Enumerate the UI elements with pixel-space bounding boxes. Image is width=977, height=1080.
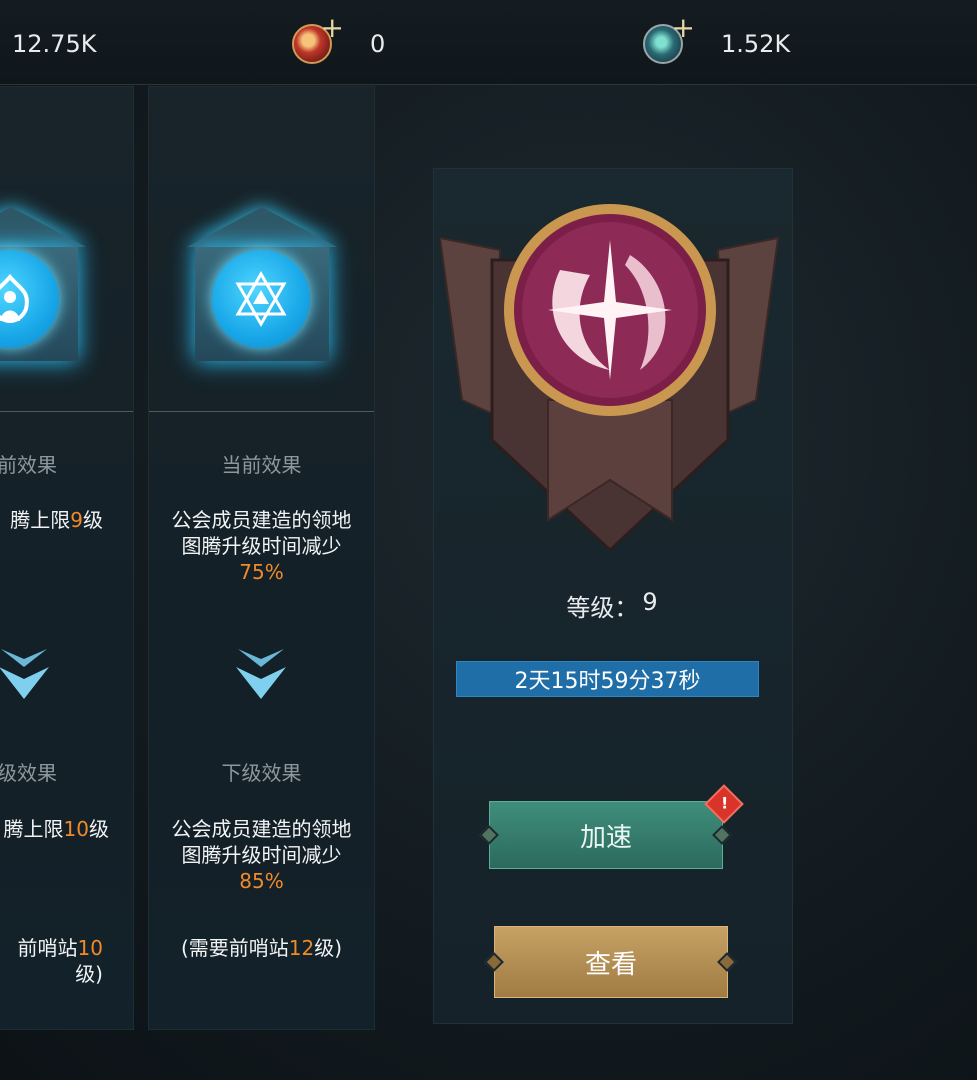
view-button[interactable]: 查看 [494,926,728,998]
guild-emblem-badge [440,204,780,553]
temple-emblem-middle [187,207,337,373]
resource-1: 12.75K [12,24,96,64]
level-label: 等级： [566,594,639,622]
add-icon[interactable]: + [672,14,695,42]
current-effect-heading: 当前效果 [221,453,302,477]
resource-bar: 12.75K + 0 + 1.52K [0,0,977,85]
hexagram-icon [212,250,310,348]
current-effect-text: 公会成员建造的领地 图腾升级时间减少 75% [171,508,352,584]
resource-3[interactable]: + 1.52K [643,14,791,64]
resource-2[interactable]: + 0 [292,14,386,64]
level-value: 9 [642,588,658,616]
guild-level: 等级： 9 [557,588,667,623]
next-effect-text: 公会成员建造的领地 图腾升级时间减少 85% [171,817,352,893]
requirement-text: (需要前哨站12级) [180,936,343,960]
add-icon[interactable]: + [321,14,344,42]
temple-emblem-left [0,207,86,373]
view-button-label: 查看 [584,949,637,980]
effect-card-left[interactable]: 前效果 腾上限9级 级效果 腾上限10级 前哨站10级) [0,86,134,1030]
upgrade-countdown-bar: 2天15时59分37秒 [456,661,759,697]
down-arrow-icon [236,649,286,699]
current-effect-text: 腾上限9级 [10,508,103,532]
effect-card-middle[interactable]: 当前效果 公会成员建造的领地 图腾升级时间减少 75% 下级效果 公会成员建造的… [148,86,375,1030]
resource-2-value: 0 [370,30,386,58]
red-gem-icon: + [292,14,344,64]
teal-gem-icon: + [643,14,695,64]
current-effect-heading: 前效果 [0,453,57,477]
resource-3-value: 1.52K [721,30,791,58]
speed-up-button[interactable]: 加速 [489,801,723,869]
next-effect-heading: 下级效果 [221,761,302,785]
next-effect-text: 腾上限10级 [3,817,109,841]
next-effect-heading: 级效果 [0,761,57,785]
speed-up-button-label: 加速 [579,822,632,853]
requirement-text: 前哨站10级) [17,936,103,986]
resource-1-value: 12.75K [12,30,97,58]
down-arrow-icon [0,649,49,699]
